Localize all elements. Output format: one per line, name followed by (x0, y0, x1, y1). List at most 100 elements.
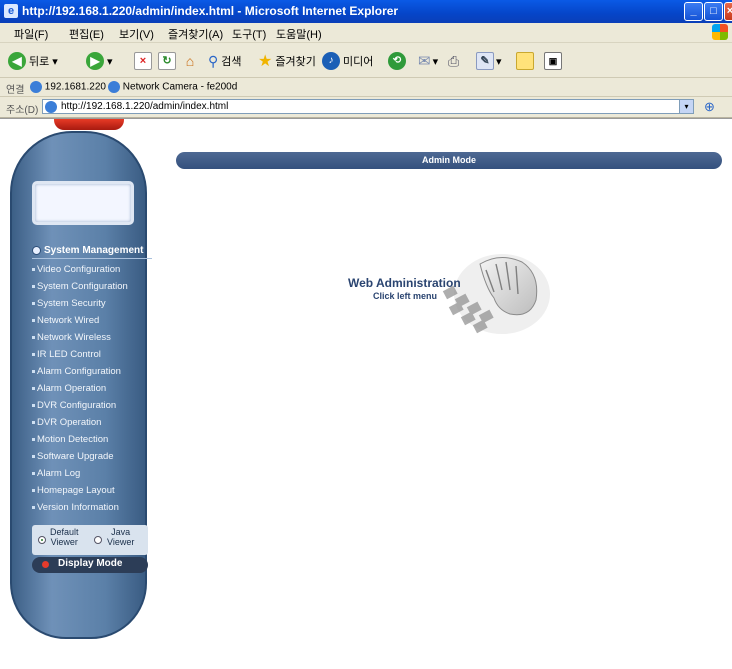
default-viewer-label: Default Viewer (50, 527, 79, 547)
ie-icon: e (4, 4, 18, 18)
search-label: 검색 (221, 56, 242, 68)
mail-icon: ✉ (418, 53, 431, 70)
windows-logo-icon (712, 24, 728, 40)
back-button[interactable]: ◀ 뒤로 ▾ (8, 51, 58, 71)
dropdown-arrow-icon: ▾ (496, 55, 502, 68)
sidebar-item-alarm-configuration[interactable]: Alarm Configuration (32, 366, 121, 377)
sidebar-item-dvr-configuration[interactable]: DVR Configuration (32, 400, 116, 411)
menu-help[interactable]: 도움말(H) (276, 26, 322, 42)
messenger-button[interactable] (516, 51, 534, 71)
page-icon (108, 81, 120, 93)
media-button[interactable]: ♪ 미디어 (322, 51, 373, 71)
research-icon: ▣ (544, 52, 562, 70)
forward-button[interactable]: ▶ ▾ (86, 51, 113, 71)
address-url: http://192.168.1.220/admin/index.html (61, 101, 229, 112)
admin-sidebar: System Management Video Configuration Sy… (10, 131, 152, 639)
sidebar-top-cap (54, 119, 124, 130)
sidebar-item-network-wireless[interactable]: Network Wireless (32, 332, 111, 343)
default-viewer-label-line1: Default (50, 527, 79, 537)
print-icon: ⎙ (448, 52, 460, 69)
menu-header-label: System Management (44, 245, 144, 256)
minimize-button[interactable]: _ (684, 2, 703, 21)
display-mode-button[interactable]: Display Mode (32, 557, 148, 573)
sidebar-item-alarm-operation[interactable]: Alarm Operation (32, 383, 106, 394)
sidebar-item-system-security[interactable]: System Security (32, 298, 106, 309)
menu-favorites[interactable]: 즐겨찾기(A) (168, 26, 223, 42)
address-input[interactable]: http://192.168.1.220/admin/index.html ▾ (42, 99, 694, 114)
display-mode-label: Display Mode (58, 558, 123, 569)
page-icon (30, 81, 42, 93)
link-ip[interactable]: 192.1681.220 (30, 81, 106, 93)
print-button[interactable]: ⎙ (448, 51, 459, 71)
refresh-icon: ↻ (158, 52, 176, 70)
menu-bar: 파일(F) 편집(E) 보기(V) 즐겨찾기(A) 도구(T) 도움말(H) (0, 23, 732, 43)
home-button[interactable]: ⌂ (182, 51, 198, 71)
java-viewer-label: Java Viewer (107, 527, 134, 547)
stop-button[interactable]: × (134, 51, 152, 71)
media-label: 미디어 (343, 56, 374, 68)
sidebar-item-motion-detection[interactable]: Motion Detection (32, 434, 108, 445)
page-title: Web Administration (348, 276, 461, 290)
back-label: 뒤로 (29, 56, 50, 68)
sidebar-item-homepage-layout[interactable]: Homepage Layout (32, 485, 115, 496)
sidebar-item-video-configuration[interactable]: Video Configuration (32, 264, 120, 275)
dropdown-arrow-icon: ▾ (107, 55, 113, 68)
star-icon: ★ (258, 53, 273, 70)
page-content: System Management Video Configuration Sy… (0, 118, 732, 669)
sidebar-item-software-upgrade[interactable]: Software Upgrade (32, 451, 114, 462)
mail-button[interactable]: ✉ ▾ (418, 51, 438, 71)
sidebar-item-network-wired[interactable]: Network Wired (32, 315, 99, 326)
close-button[interactable]: × (724, 2, 732, 21)
favorites-label: 즐겨찾기 (275, 56, 316, 68)
dropdown-arrow-icon: ▾ (432, 55, 439, 68)
research-button[interactable]: ▣ (544, 51, 562, 71)
refresh-button[interactable]: ↻ (158, 51, 176, 71)
menu-edit[interactable]: 편집(E) (69, 26, 104, 42)
sidebar-item-version-information[interactable]: Version Information (32, 502, 119, 513)
go-icon[interactable]: ⊕ (704, 99, 715, 115)
media-icon: ♪ (322, 52, 340, 70)
sidebar-item-dvr-operation[interactable]: DVR Operation (32, 417, 101, 428)
edit-icon: ✎ (476, 52, 494, 70)
window-title: http://192.168.1.220/admin/index.html - … (22, 4, 399, 18)
admin-mode-banner: Admin Mode (176, 152, 722, 169)
keyboard-hands-image (442, 254, 550, 334)
history-icon: ⟲ (388, 52, 406, 70)
page-subtitle: Click left menu (373, 291, 438, 301)
link-ip-label: 192.1681.220 (44, 81, 106, 93)
dropdown-arrow-icon: ▾ (52, 55, 58, 68)
favorites-button[interactable]: ★ 즐겨찾기 (258, 51, 316, 71)
menu-header-system-management[interactable]: System Management (32, 245, 143, 256)
links-bar: 연결 192.1681.220 Network Camera - fe200d (0, 78, 732, 97)
address-dropdown-icon[interactable]: ▾ (679, 100, 693, 113)
menu-view[interactable]: 보기(V) (119, 26, 154, 42)
default-viewer-radio[interactable] (38, 536, 46, 544)
sidebar-item-system-configuration[interactable]: System Configuration (32, 281, 128, 292)
sidebar-item-alarm-log[interactable]: Alarm Log (32, 468, 80, 479)
maximize-button[interactable]: □ (704, 2, 723, 21)
sidebar-display-panel (32, 181, 134, 225)
java-viewer-label-line2: Viewer (107, 537, 135, 547)
address-label: 주소(D) (6, 105, 39, 116)
java-viewer-radio[interactable] (94, 536, 102, 544)
stop-icon: × (134, 52, 152, 70)
window-titlebar: e http://192.168.1.220/admin/index.html … (0, 0, 732, 23)
forward-arrow-icon: ▶ (86, 52, 104, 70)
standard-toolbar: ◀ 뒤로 ▾ ▶ ▾ × ↻ ⌂ ⚲ 검색 ★ 즐겨찾기 ♪ 미디어 ⟲ ✉ ▾… (0, 43, 732, 78)
back-arrow-icon: ◀ (8, 52, 26, 70)
bullet-icon (32, 245, 41, 255)
link-network-camera[interactable]: Network Camera - fe200d (108, 81, 237, 93)
menu-divider (32, 258, 152, 259)
search-button[interactable]: ⚲ 검색 (208, 51, 242, 71)
links-label: 연결 (6, 85, 25, 96)
note-icon (516, 52, 534, 70)
menu-file[interactable]: 파일(F) (14, 26, 48, 42)
edit-button[interactable]: ✎ ▾ (476, 51, 502, 71)
menu-tools[interactable]: 도구(T) (232, 26, 266, 42)
java-viewer-label-line1: Java (111, 527, 131, 537)
sidebar-item-ir-led-control[interactable]: IR LED Control (32, 349, 101, 360)
history-button[interactable]: ⟲ (388, 51, 406, 71)
page-icon (45, 101, 57, 113)
display-mode-icon (42, 561, 49, 568)
default-viewer-label-line2: Viewer (50, 537, 78, 547)
